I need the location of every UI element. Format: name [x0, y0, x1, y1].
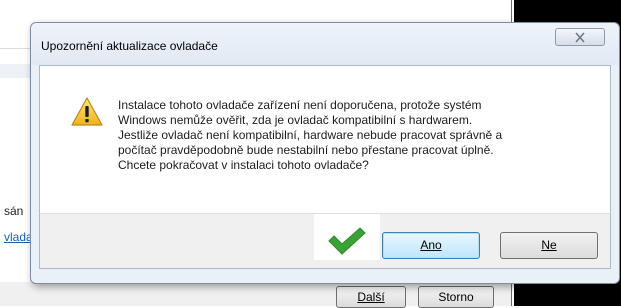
message-line: Jestliže ovladač není kompatibilní, hard… [118, 128, 503, 142]
dialog-titlebar[interactable]: Upozornění aktualizace ovladače [31, 23, 619, 65]
dialog-content: Instalace tohoto ovladače zařízení není … [39, 65, 611, 213]
message-line: počítač pravděpodobně bude nestabilní ne… [118, 143, 494, 157]
dialog-title: Upozornění aktualizace ovladače [41, 39, 218, 53]
close-button[interactable] [555, 28, 605, 46]
warning-triangle-icon [71, 97, 103, 126]
message-line: Windows nemůže ověřit, zda je ovladač ko… [118, 113, 473, 127]
driver-warning-dialog: Upozornění aktualizace ovladače Instalac… [30, 22, 620, 284]
message-line: Chcete pokračovat v instalaci tohoto ovl… [118, 158, 369, 172]
no-button[interactable]: Ne [500, 232, 598, 259]
dialog-message: Instalace tohoto ovladače zařízení není … [118, 98, 598, 173]
green-checkmark-icon [328, 227, 366, 255]
next-button-label: Další [357, 290, 385, 304]
background-partial-link[interactable]: vlada [4, 230, 33, 244]
background-partial-text: sán [4, 204, 24, 218]
no-button-label: Ne [541, 238, 557, 252]
message-line: Instalace tohoto ovladače zařízení není … [118, 98, 482, 112]
cancel-button[interactable]: Storno [418, 286, 494, 308]
close-x-icon [575, 32, 585, 43]
checkmark-area [314, 214, 380, 260]
dialog-button-bar: Ano Ne [39, 213, 611, 269]
yes-button-label: Ano [420, 238, 442, 252]
next-button[interactable]: Další [336, 286, 406, 308]
yes-button[interactable]: Ano [382, 232, 480, 259]
